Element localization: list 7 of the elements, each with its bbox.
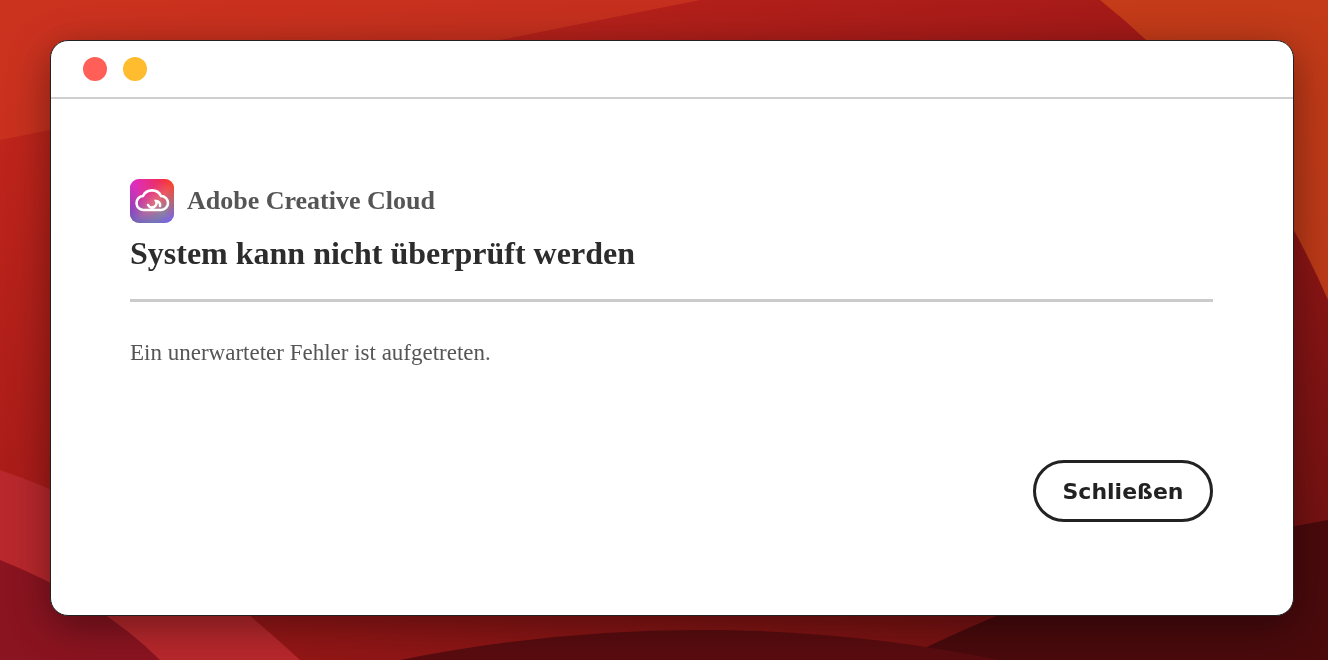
app-name: Adobe Creative Cloud (187, 186, 435, 216)
error-message: Ein unerwarteter Fehler ist aufgetreten. (130, 340, 492, 366)
close-button[interactable]: Schließen (1033, 460, 1213, 522)
minimize-button[interactable] (123, 57, 147, 81)
dialog-title: System kann nicht überprüft werden (130, 234, 636, 273)
close-button[interactable] (83, 57, 107, 81)
app-logo-icon (130, 179, 174, 223)
